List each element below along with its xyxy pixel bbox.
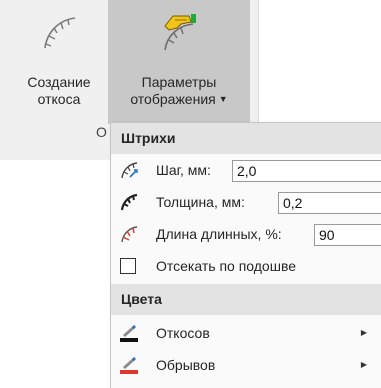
hatch-step-icon xyxy=(121,162,138,179)
submenu-arrow-icon: ▶ xyxy=(360,328,367,337)
cut-by-base-row[interactable]: Отсекать по подошве xyxy=(111,250,381,282)
cut-by-base-checkbox[interactable] xyxy=(120,258,136,274)
display-params-menu: Штрихи Шаг, мм: Толщина, мм: Дли xyxy=(110,122,381,388)
hatch-step-label: Шаг, мм: xyxy=(156,162,211,178)
create-slope-label-line1: Создание xyxy=(27,74,91,90)
long-hatch-length-input[interactable] xyxy=(314,224,381,246)
hand-slope-settings-icon xyxy=(164,14,196,51)
cliff-color-icon xyxy=(120,357,138,374)
cliff-colors-label: Обрывов xyxy=(156,357,216,373)
dropdown-caret-icon: ▼ xyxy=(218,94,228,104)
hatch-step-row: Шаг, мм: xyxy=(111,154,381,186)
ribbon-group-label: О xyxy=(96,124,107,140)
long-hatch-length-row: Длина длинных, %: xyxy=(111,218,381,250)
hatch-thickness-icon xyxy=(120,193,138,211)
hatch-thickness-row: Толщина, мм: xyxy=(111,186,381,218)
slope-hatch-icon xyxy=(44,17,76,49)
long-hatch-length-label: Длина длинных, %: xyxy=(156,226,282,242)
create-slope-button[interactable]: Создание откоса xyxy=(10,0,108,124)
slope-color-icon xyxy=(120,325,138,342)
slope-colors-label: Откосов xyxy=(156,325,210,341)
colors-section-header: Цвета xyxy=(111,284,381,315)
hatches-section-header: Штрихи xyxy=(111,123,381,154)
hatch-step-input[interactable] xyxy=(232,160,381,182)
display-params-label-text: отображения xyxy=(130,91,216,107)
hatch-thickness-input[interactable] xyxy=(278,192,381,214)
hatch-thickness-label: Толщина, мм: xyxy=(156,194,245,210)
display-params-label-line1: Параметры xyxy=(141,74,217,90)
cliff-colors-menu-item[interactable]: Обрывов ▶ xyxy=(111,349,381,381)
submenu-arrow-icon: ▶ xyxy=(360,360,367,369)
display-params-dropdown-button[interactable]: Параметры отображения ▼ xyxy=(108,0,250,124)
long-hatch-length-icon xyxy=(121,226,138,243)
slope-colors-menu-item[interactable]: Откосов ▶ xyxy=(111,317,381,349)
cut-by-base-label: Отсекать по подошве xyxy=(156,258,297,274)
create-slope-label-line2: откоса xyxy=(37,91,81,107)
display-params-label-line2: отображения ▼ xyxy=(108,91,250,108)
